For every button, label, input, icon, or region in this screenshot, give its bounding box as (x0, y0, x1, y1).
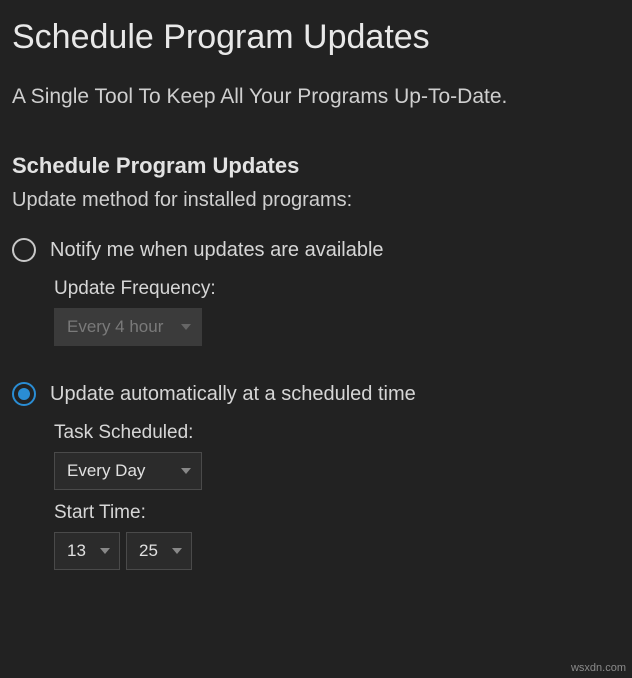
chevron-down-icon (181, 468, 191, 474)
start-minute-value: 25 (139, 541, 158, 561)
chevron-down-icon (181, 324, 191, 330)
radio-notify-label: Notify me when updates are available (50, 239, 384, 262)
frequency-value: Every 4 hour (67, 317, 163, 337)
task-scheduled-value: Every Day (67, 461, 145, 481)
chevron-down-icon (100, 548, 110, 554)
section-sub: Update method for installed programs: (12, 189, 620, 212)
watermark: wsxdn.com (571, 662, 626, 674)
task-scheduled-dropdown[interactable]: Every Day (54, 452, 202, 490)
task-scheduled-label: Task Scheduled: (54, 422, 620, 444)
start-minute-dropdown[interactable]: 25 (126, 532, 192, 570)
radio-row-notify[interactable]: Notify me when updates are available (12, 238, 620, 262)
page-subtitle: A Single Tool To Keep All Your Programs … (12, 85, 620, 109)
chevron-down-icon (172, 548, 182, 554)
frequency-dropdown: Every 4 hour (54, 308, 202, 346)
radio-row-auto[interactable]: Update automatically at a scheduled time (12, 382, 620, 406)
radio-auto[interactable] (12, 382, 36, 406)
frequency-label: Update Frequency: (54, 278, 620, 300)
start-time-label: Start Time: (54, 502, 620, 524)
radio-auto-label: Update automatically at a scheduled time (50, 383, 416, 406)
page-title: Schedule Program Updates (12, 18, 620, 57)
start-hour-dropdown[interactable]: 13 (54, 532, 120, 570)
radio-notify[interactable] (12, 238, 36, 262)
start-hour-value: 13 (67, 541, 86, 561)
section-heading: Schedule Program Updates (12, 153, 620, 179)
